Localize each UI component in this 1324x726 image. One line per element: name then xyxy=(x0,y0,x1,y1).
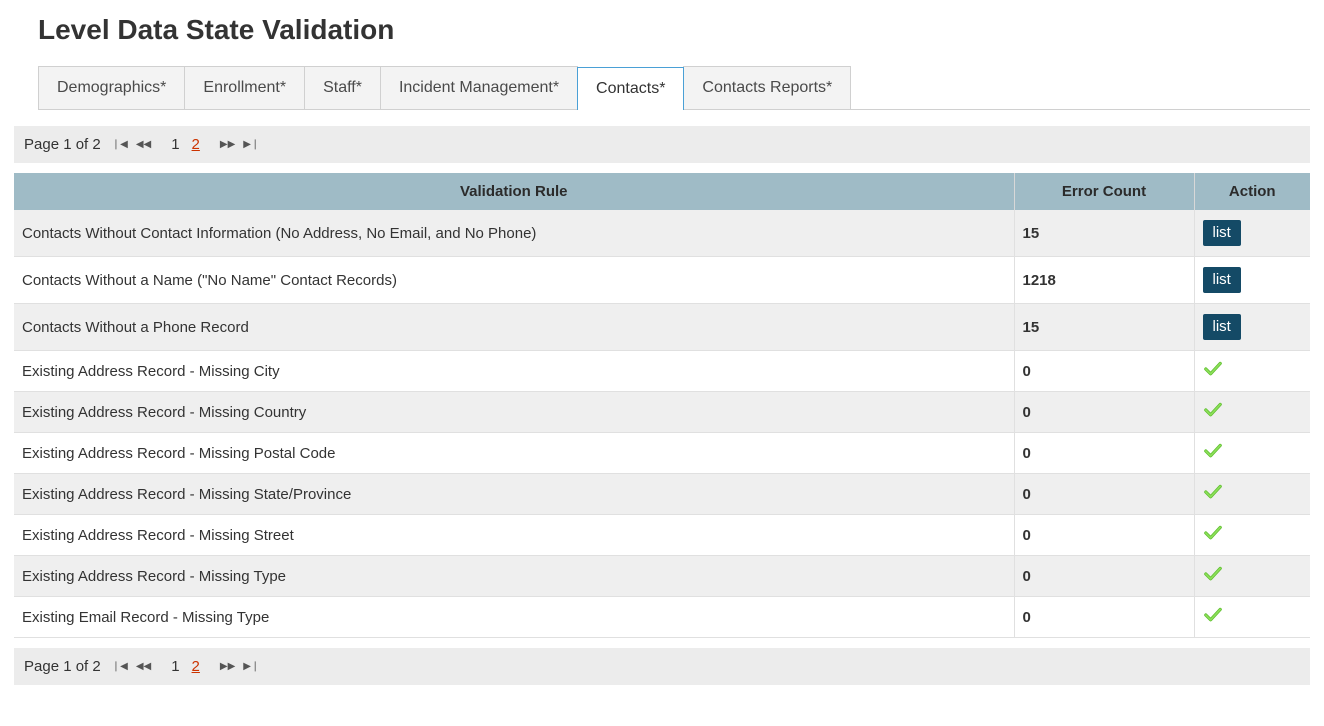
table-row: Contacts Without a Name ("No Name" Conta… xyxy=(14,257,1310,304)
pager-page-current[interactable]: 1 xyxy=(168,658,182,675)
check-icon xyxy=(1203,443,1223,459)
pager-first-icon[interactable]: ❘◀ xyxy=(111,140,129,150)
table-row: Existing Address Record - Missing Countr… xyxy=(14,392,1310,433)
table-row: Existing Email Record - Missing Type0 xyxy=(14,597,1310,638)
action-cell: list xyxy=(1194,257,1310,304)
count-cell: 0 xyxy=(1014,433,1194,474)
count-cell: 0 xyxy=(1014,474,1194,515)
check-icon xyxy=(1203,607,1223,623)
page-title: Level Data State Validation xyxy=(38,14,1310,46)
rule-cell: Contacts Without a Phone Record xyxy=(14,304,1014,351)
action-cell xyxy=(1194,392,1310,433)
check-icon xyxy=(1203,361,1223,377)
count-cell: 1218 xyxy=(1014,257,1194,304)
col-header-action: Action xyxy=(1194,173,1310,210)
count-cell: 15 xyxy=(1014,210,1194,257)
count-cell: 15 xyxy=(1014,304,1194,351)
rule-cell: Existing Email Record - Missing Type xyxy=(14,597,1014,638)
tab-incident-management-[interactable]: Incident Management* xyxy=(380,66,578,109)
rule-cell: Existing Address Record - Missing City xyxy=(14,351,1014,392)
list-button[interactable]: list xyxy=(1203,267,1241,293)
action-cell xyxy=(1194,556,1310,597)
tab-demographics-[interactable]: Demographics* xyxy=(38,66,185,109)
pager-bottom: Page 1 of 2 ❘◀ ◀◀ 1 2 ▶▶ ▶❘ xyxy=(14,648,1310,685)
pager-prev-icon[interactable]: ◀◀ xyxy=(135,140,152,150)
action-cell xyxy=(1194,351,1310,392)
pager-last-icon[interactable]: ▶❘ xyxy=(242,662,260,672)
table-row: Contacts Without a Phone Record15 list xyxy=(14,304,1310,351)
pager-next-icon[interactable]: ▶▶ xyxy=(219,662,236,672)
rule-cell: Existing Address Record - Missing Type xyxy=(14,556,1014,597)
table-row: Existing Address Record - Missing State/… xyxy=(14,474,1310,515)
list-button[interactable]: list xyxy=(1203,314,1241,340)
count-cell: 0 xyxy=(1014,597,1194,638)
rule-cell: Contacts Without a Name ("No Name" Conta… xyxy=(14,257,1014,304)
action-cell: list xyxy=(1194,210,1310,257)
list-button[interactable]: list xyxy=(1203,220,1241,246)
col-header-count: Error Count xyxy=(1014,173,1194,210)
tab-contacts-reports-[interactable]: Contacts Reports* xyxy=(683,66,851,109)
action-cell xyxy=(1194,597,1310,638)
check-icon xyxy=(1203,402,1223,418)
action-cell xyxy=(1194,433,1310,474)
check-icon xyxy=(1203,566,1223,582)
col-header-rule: Validation Rule xyxy=(14,173,1014,210)
count-cell: 0 xyxy=(1014,515,1194,556)
count-cell: 0 xyxy=(1014,351,1194,392)
pager-label-bottom: Page 1 of 2 xyxy=(24,658,101,675)
check-icon xyxy=(1203,484,1223,500)
count-cell: 0 xyxy=(1014,392,1194,433)
rule-cell: Existing Address Record - Missing State/… xyxy=(14,474,1014,515)
action-cell: list xyxy=(1194,304,1310,351)
table-row: Existing Address Record - Missing Postal… xyxy=(14,433,1310,474)
tab-contacts-[interactable]: Contacts* xyxy=(577,67,684,110)
action-cell xyxy=(1194,474,1310,515)
table-row: Existing Address Record - Missing City0 xyxy=(14,351,1310,392)
pager-top: Page 1 of 2 ❘◀ ◀◀ 1 2 ▶▶ ▶❘ xyxy=(14,126,1310,163)
table-row: Contacts Without Contact Information (No… xyxy=(14,210,1310,257)
rule-cell: Existing Address Record - Missing Street xyxy=(14,515,1014,556)
tabs-row: Demographics*Enrollment*Staff*Incident M… xyxy=(38,66,1310,110)
table-row: Existing Address Record - Missing Street… xyxy=(14,515,1310,556)
pager-page-other[interactable]: 2 xyxy=(189,658,203,675)
action-cell xyxy=(1194,515,1310,556)
count-cell: 0 xyxy=(1014,556,1194,597)
rule-cell: Contacts Without Contact Information (No… xyxy=(14,210,1014,257)
pager-last-icon[interactable]: ▶❘ xyxy=(242,140,260,150)
table-row: Existing Address Record - Missing Type0 xyxy=(14,556,1310,597)
pager-next-icon[interactable]: ▶▶ xyxy=(219,140,236,150)
rule-cell: Existing Address Record - Missing Countr… xyxy=(14,392,1014,433)
rule-cell: Existing Address Record - Missing Postal… xyxy=(14,433,1014,474)
validation-table: Validation Rule Error Count Action Conta… xyxy=(14,173,1310,638)
pager-page-current[interactable]: 1 xyxy=(168,136,182,153)
tab-staff-[interactable]: Staff* xyxy=(304,66,381,109)
pager-prev-icon[interactable]: ◀◀ xyxy=(135,662,152,672)
pager-first-icon[interactable]: ❘◀ xyxy=(111,662,129,672)
pager-label-top: Page 1 of 2 xyxy=(24,136,101,153)
pager-page-other[interactable]: 2 xyxy=(189,136,203,153)
check-icon xyxy=(1203,525,1223,541)
tab-enrollment-[interactable]: Enrollment* xyxy=(184,66,305,109)
